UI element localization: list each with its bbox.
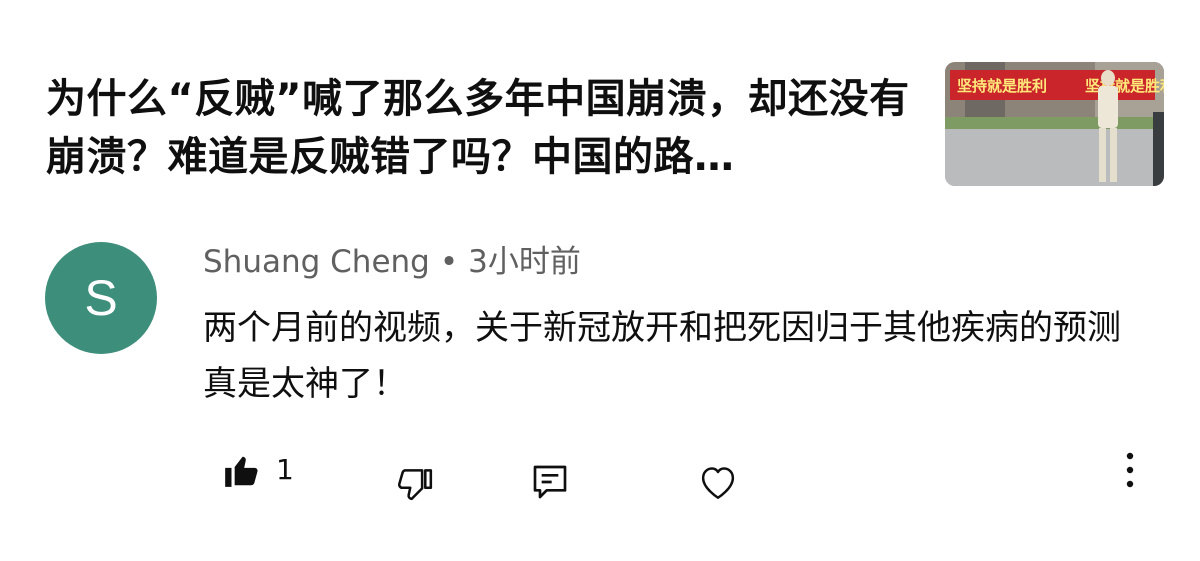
- heart-icon: [701, 467, 735, 499]
- heart-button[interactable]: [697, 461, 739, 503]
- reply-comment-icon: [533, 465, 567, 499]
- video-title[interactable]: 为什么“反贼”喊了那么多年中国崩溃，却还没有崩溃？难道是反贼错了吗？中国的路…: [46, 70, 926, 186]
- meta-separator: •: [439, 244, 459, 280]
- more-options-button[interactable]: [1114, 450, 1146, 490]
- like-button[interactable]: [222, 452, 260, 490]
- video-thumbnail[interactable]: 坚持就是胜利 坚持就是胜利: [945, 62, 1164, 186]
- comment-time: 3小时前: [468, 244, 581, 280]
- avatar-letter: S: [84, 270, 118, 326]
- thumbnail-image: 坚持就是胜利 坚持就是胜利: [945, 62, 1164, 186]
- thumbs-up-filled-icon: [225, 456, 258, 487]
- dislike-button[interactable]: [396, 464, 434, 502]
- reply-button[interactable]: [530, 462, 570, 502]
- more-vertical-icon: [1126, 452, 1134, 488]
- comment-text: 两个月前的视频，关于新冠放开和把死因归于其他疾病的预测真是太神了！: [203, 308, 1121, 404]
- comment-avatar[interactable]: S: [45, 242, 157, 354]
- comment-author[interactable]: Shuang Cheng: [203, 244, 430, 280]
- comment-meta: Shuang Cheng • 3小时前: [203, 240, 581, 284]
- thumbnail-banner-text: 坚持就是胜利: [957, 77, 1047, 95]
- thumbs-down-icon: [397, 469, 433, 501]
- svg-text:坚持就是胜利: 坚持就是胜利: [1085, 77, 1164, 95]
- like-count: 1: [276, 453, 294, 486]
